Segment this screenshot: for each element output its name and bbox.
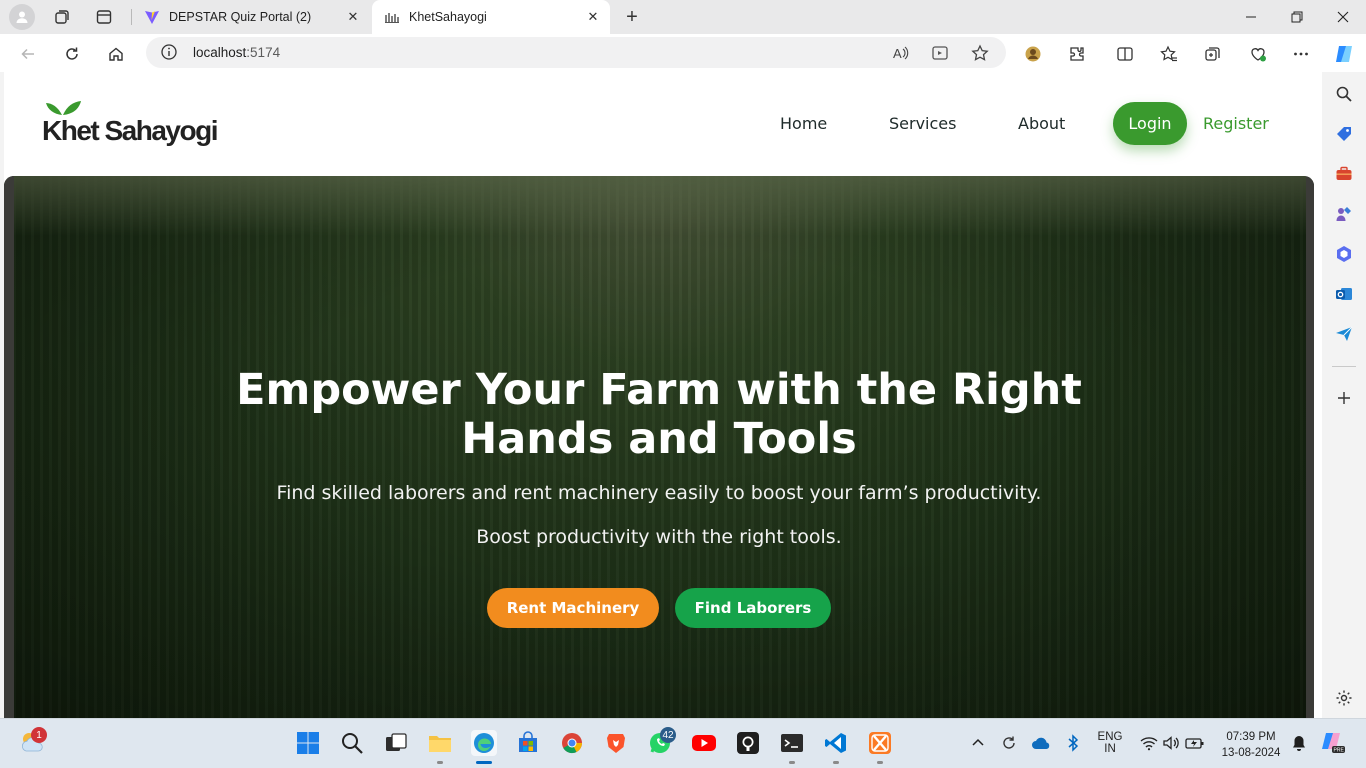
site-logo[interactable]: Khet Sahayogi xyxy=(40,96,240,152)
microsoft-365-icon[interactable] xyxy=(1334,244,1354,264)
github-icon[interactable] xyxy=(735,730,761,756)
minimize-button[interactable] xyxy=(1228,0,1274,34)
sidebar-divider xyxy=(1332,366,1356,367)
show-hidden-icons-chevron-icon[interactable] xyxy=(965,730,991,756)
tab-title: KhetSahayogi xyxy=(409,10,487,24)
nav-services[interactable]: Services xyxy=(889,114,956,133)
tab-khetsahayogi[interactable]: KhetSahayogi ✕ xyxy=(372,0,610,34)
taskbar-search-icon[interactable] xyxy=(339,730,365,756)
notifications-bell-icon[interactable] xyxy=(1286,730,1312,756)
immersive-reader-icon[interactable] xyxy=(930,43,950,63)
microsoft-store-icon[interactable] xyxy=(515,730,541,756)
close-tab-icon[interactable]: ✕ xyxy=(342,6,364,28)
profile-icon[interactable] xyxy=(9,4,35,30)
close-window-button[interactable] xyxy=(1320,0,1366,34)
running-indicator xyxy=(789,761,795,764)
games-icon[interactable] xyxy=(1334,204,1354,224)
collections-icon[interactable] xyxy=(1200,41,1226,67)
onedrive-cloud-icon[interactable] xyxy=(1028,730,1054,756)
login-button[interactable]: Login xyxy=(1113,102,1187,145)
whatsapp-unread-badge: 42 xyxy=(660,727,676,743)
send-paper-plane-icon[interactable] xyxy=(1334,324,1354,344)
read-aloud-icon[interactable]: A xyxy=(890,43,910,63)
task-view-icon[interactable] xyxy=(383,730,409,756)
edge-browser-icon[interactable] xyxy=(471,730,497,756)
register-link[interactable]: Register xyxy=(1203,114,1269,133)
language-indicator[interactable]: ENG IN xyxy=(1093,731,1127,755)
favorite-star-icon[interactable] xyxy=(970,43,990,63)
terminal-icon[interactable] xyxy=(779,730,805,756)
search-icon[interactable] xyxy=(1334,84,1354,104)
logo-text: Khet Sahayogi xyxy=(42,115,218,146)
volume-icon[interactable] xyxy=(1158,730,1184,756)
browser-essentials-icon[interactable] xyxy=(1245,41,1271,67)
hero-section: Empower Your Farm with the Right Hands a… xyxy=(4,176,1314,718)
start-windows-icon[interactable] xyxy=(295,730,321,756)
tab-actions-icon[interactable] xyxy=(94,7,114,27)
weather-notification-badge: 1 xyxy=(31,727,47,743)
sync-status-icon[interactable] xyxy=(996,730,1022,756)
split-screen-icon[interactable] xyxy=(1112,41,1138,67)
hero-subtitle: Find skilled laborers and rent machinery… xyxy=(276,482,1042,504)
url-text: localhost:5174 xyxy=(193,45,281,60)
new-tab-button[interactable]: + xyxy=(620,5,644,29)
svg-text:A: A xyxy=(893,46,902,61)
khetsahayogi-favicon-icon xyxy=(384,9,400,25)
workspaces-icon[interactable] xyxy=(52,7,72,27)
tab-depstar-quiz[interactable]: DEPSTAR Quiz Portal (2) ✕ xyxy=(132,0,370,34)
hero-subtitle-secondary: Boost productivity with the right tools. xyxy=(476,526,842,548)
youtube-icon[interactable] xyxy=(691,730,717,756)
browser-tab-strip: DEPSTAR Quiz Portal (2) ✕ KhetSahayogi ✕… xyxy=(0,0,1366,34)
rent-machinery-button[interactable]: Rent Machinery xyxy=(487,588,659,628)
site-info-icon[interactable] xyxy=(160,43,178,61)
tools-briefcase-icon[interactable] xyxy=(1334,164,1354,184)
battery-charging-icon[interactable] xyxy=(1182,730,1208,756)
outlook-icon[interactable] xyxy=(1334,284,1354,304)
address-bar[interactable]: localhost:5174 A xyxy=(146,37,1006,68)
find-laborers-button[interactable]: Find Laborers xyxy=(675,588,831,628)
settings-more-icon[interactable] xyxy=(1288,41,1314,67)
brave-browser-icon[interactable] xyxy=(603,730,629,756)
page-viewport: Khet Sahayogi Home Services About Login … xyxy=(4,72,1322,718)
file-explorer-icon[interactable] xyxy=(427,730,453,756)
bluetooth-icon[interactable] xyxy=(1060,730,1086,756)
running-indicator xyxy=(437,761,443,764)
nav-home[interactable]: Home xyxy=(780,114,827,133)
close-tab-icon[interactable]: ✕ xyxy=(582,6,604,28)
back-button[interactable] xyxy=(15,41,41,67)
vscode-icon[interactable] xyxy=(823,730,849,756)
hero-title: Empower Your Farm with the Right Hands a… xyxy=(236,365,1082,464)
restore-button[interactable] xyxy=(1274,0,1320,34)
vite-favicon-icon xyxy=(144,9,160,25)
browser-toolbar: localhost:5174 A xyxy=(0,34,1366,72)
nav-about[interactable]: About xyxy=(1018,114,1065,133)
copilot-preview-icon[interactable]: PRE xyxy=(1320,730,1346,756)
extension-avatar-icon[interactable] xyxy=(1020,41,1046,67)
favorites-icon[interactable] xyxy=(1156,41,1182,67)
running-indicator xyxy=(833,761,839,764)
running-indicator xyxy=(877,761,883,764)
extensions-icon[interactable] xyxy=(1064,41,1090,67)
sidebar-settings-gear-icon[interactable] xyxy=(1334,688,1354,708)
copilot-icon[interactable] xyxy=(1331,41,1357,67)
site-header: Khet Sahayogi Home Services About Login … xyxy=(4,72,1322,176)
shopping-tag-icon[interactable] xyxy=(1334,124,1354,144)
add-sidebar-app-icon[interactable] xyxy=(1334,388,1354,408)
chrome-icon[interactable] xyxy=(559,730,585,756)
active-app-indicator xyxy=(476,761,492,764)
tab-title: DEPSTAR Quiz Portal (2) xyxy=(169,10,312,24)
home-button[interactable] xyxy=(103,41,129,67)
refresh-button[interactable] xyxy=(59,41,85,67)
windows-taskbar: 1 42 ENG IN 07:39 PM 13-08-2024 PRE xyxy=(0,718,1366,768)
svg-text:PRE: PRE xyxy=(1334,748,1345,754)
edge-sidebar xyxy=(1324,72,1366,718)
xampp-icon[interactable] xyxy=(867,730,893,756)
clock[interactable]: 07:39 PM 13-08-2024 xyxy=(1214,729,1288,761)
leaf-logo-icon xyxy=(46,101,81,115)
